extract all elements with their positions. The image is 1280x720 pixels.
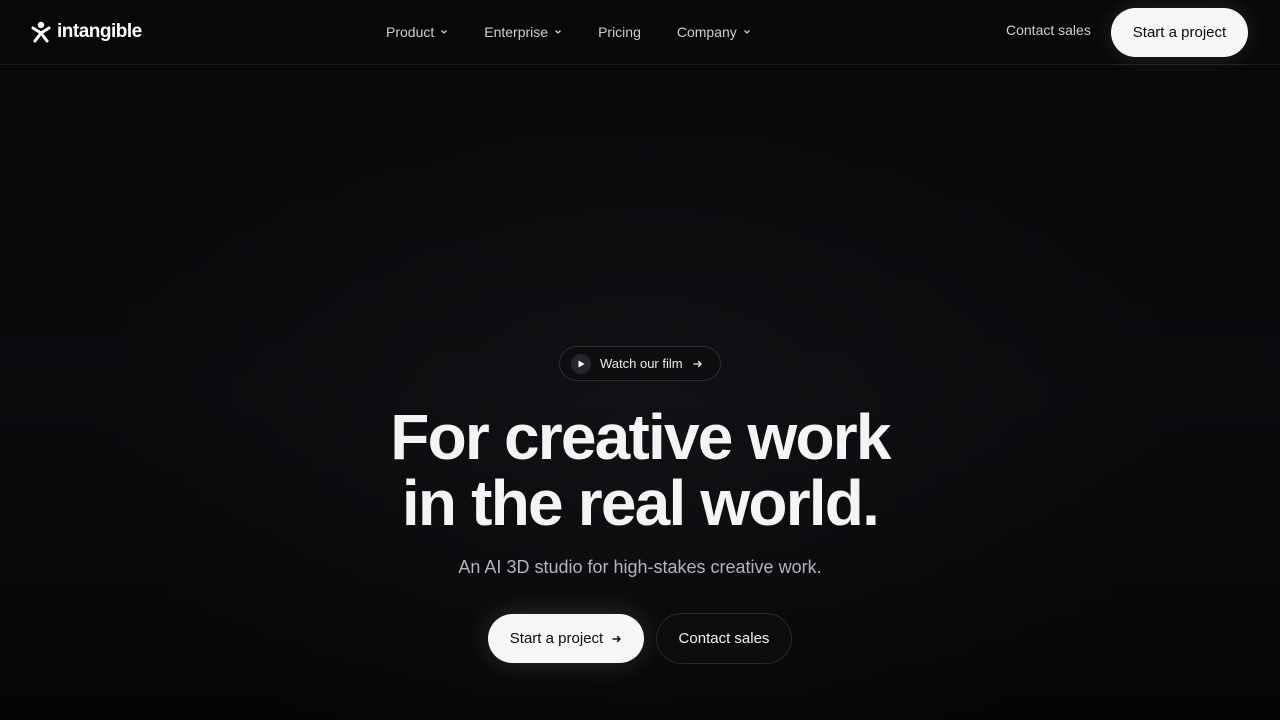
nav-item-label: Company xyxy=(676,24,737,40)
arrow-right-icon xyxy=(612,635,622,642)
nav-item-label: Enterprise xyxy=(484,24,549,40)
site-header: intangible Product Enterprise Pricing Co… xyxy=(0,0,1280,65)
landing-page: intangible Product Enterprise Pricing Co… xyxy=(0,0,1280,720)
nav-item-company[interactable]: Company xyxy=(677,24,751,40)
nav-item-enterprise[interactable]: Enterprise xyxy=(484,24,562,40)
brand-name: intangible xyxy=(57,21,142,42)
nav-item-product[interactable]: Product xyxy=(386,24,448,40)
arrow-right-icon xyxy=(692,360,702,367)
hero-subheading: An AI 3D studio for high-stakes creative… xyxy=(458,557,822,577)
person-figure-icon xyxy=(31,21,51,43)
start-project-button[interactable]: Start a project xyxy=(488,614,644,663)
nav-item-label: Product xyxy=(386,24,435,40)
hero-headline: For creative work in the real world. xyxy=(0,404,1280,536)
chevron-down-icon xyxy=(555,30,562,34)
play-button-circle xyxy=(571,353,591,374)
brand-logo[interactable]: intangible xyxy=(31,20,142,44)
watch-film-button[interactable]: Watch our film xyxy=(559,346,721,381)
hero-headline-line-2: in the real world. xyxy=(401,467,880,539)
hero-headline-line-1: For creative work xyxy=(390,401,891,473)
start-project-label: Start a project xyxy=(509,630,604,647)
contact-sales-link[interactable]: Contact sales xyxy=(1006,22,1091,38)
contact-sales-button[interactable]: Contact sales xyxy=(656,613,792,664)
start-project-button-header[interactable]: Start a project xyxy=(1111,8,1248,57)
main-nav: Product Enterprise Pricing Company xyxy=(386,22,751,42)
nav-item-pricing[interactable]: Pricing xyxy=(598,24,641,40)
play-icon xyxy=(578,360,585,367)
watch-film-label: Watch our film xyxy=(600,356,683,371)
chevron-down-icon xyxy=(441,30,448,34)
chevron-down-icon xyxy=(743,30,750,34)
nav-item-label: Pricing xyxy=(598,24,641,40)
